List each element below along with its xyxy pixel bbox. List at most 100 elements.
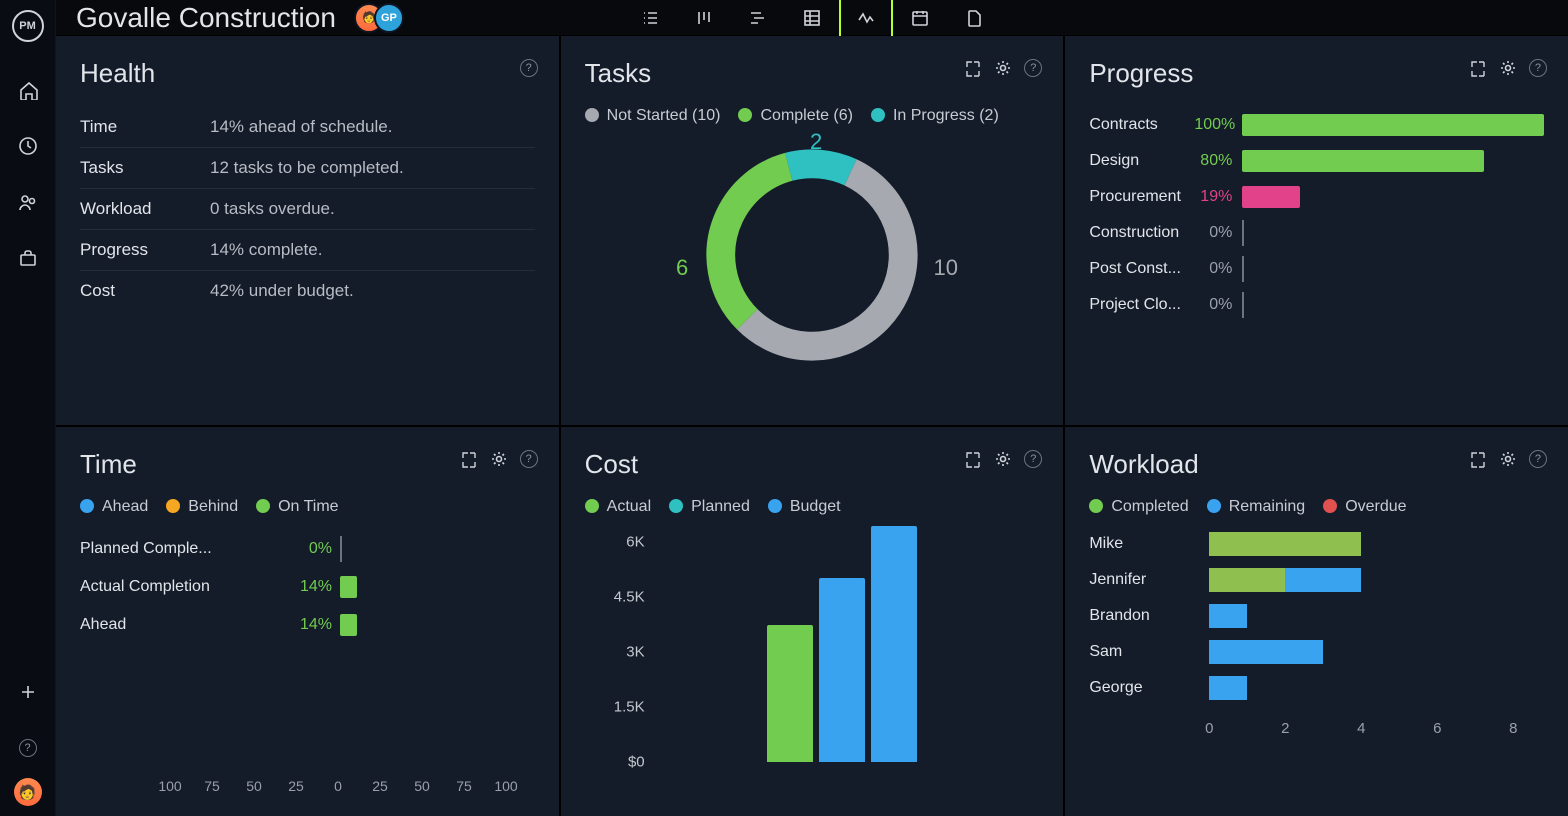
expand-icon <box>964 59 982 77</box>
expand-button[interactable] <box>963 449 983 469</box>
app-logo[interactable]: PM <box>12 10 44 42</box>
legend-item: Complete (6) <box>738 107 852 125</box>
tab-dashboard[interactable] <box>839 0 893 40</box>
settings-button[interactable] <box>489 449 509 469</box>
health-key: Cost <box>80 281 210 301</box>
member-avatar-2[interactable]: GP <box>374 3 404 33</box>
expand-icon <box>1469 59 1487 77</box>
progress-row: Procurement 19% <box>1089 179 1544 215</box>
sheet-icon <box>802 8 822 28</box>
list-icon <box>640 8 660 28</box>
axis-label: $0 <box>595 754 645 771</box>
legend-item: Planned <box>669 498 750 516</box>
gear-icon <box>1499 59 1517 77</box>
workload-name: Jennifer <box>1089 571 1209 589</box>
progress-row: Construction 0% <box>1089 215 1544 251</box>
card-time: Time ? AheadBehindOn Time Planned Comple… <box>56 427 559 816</box>
file-icon <box>964 8 984 28</box>
settings-button[interactable] <box>1498 449 1518 469</box>
home-icon <box>18 80 38 100</box>
legend-item: Remaining <box>1207 498 1305 516</box>
progress-label: Contracts <box>1089 116 1194 134</box>
legend-item: Not Started (10) <box>585 107 721 125</box>
card-help[interactable]: ? <box>519 449 539 469</box>
expand-button[interactable] <box>963 58 983 78</box>
health-key: Tasks <box>80 158 210 178</box>
health-key: Time <box>80 117 210 137</box>
card-help[interactable]: ? <box>1023 58 1043 78</box>
health-key: Workload <box>80 199 210 219</box>
tasks-donut-chart: 2 10 6 <box>692 135 932 375</box>
nav-help[interactable]: ? <box>8 728 48 768</box>
time-label: Planned Comple... <box>80 540 280 558</box>
axis-label: 0 <box>334 778 342 794</box>
workload-name: Sam <box>1089 643 1209 661</box>
axis-label: 100 <box>158 778 181 794</box>
workload-name: Brandon <box>1089 607 1209 625</box>
nav-home[interactable] <box>8 70 48 110</box>
nav-add[interactable] <box>8 672 48 712</box>
axis-label: 25 <box>372 778 388 794</box>
workload-seg <box>1209 532 1361 556</box>
card-help[interactable]: ? <box>1023 449 1043 469</box>
expand-button[interactable] <box>1468 58 1488 78</box>
axis-label: 75 <box>456 778 472 794</box>
tab-board[interactable] <box>677 0 731 40</box>
workload-row: Brandon <box>1089 598 1544 634</box>
settings-button[interactable] <box>1498 58 1518 78</box>
workload-row: Mike <box>1089 526 1544 562</box>
progress-label: Construction <box>1089 224 1194 242</box>
calendar-icon <box>910 8 930 28</box>
expand-button[interactable] <box>1468 449 1488 469</box>
expand-button[interactable] <box>459 449 479 469</box>
cost-bar-budget <box>871 526 917 762</box>
nav-people[interactable] <box>8 182 48 222</box>
help-icon: ? <box>1024 450 1042 468</box>
health-row: Progress 14% complete. <box>80 230 535 271</box>
card-health: Health ? Time 14% ahead of schedule. Tas… <box>56 36 559 425</box>
axis-label: 50 <box>246 778 262 794</box>
time-row: Actual Completion 14% <box>80 568 535 606</box>
gear-icon <box>490 450 508 468</box>
donut-label-inprogress: 2 <box>810 129 822 155</box>
card-help[interactable]: ? <box>519 58 539 78</box>
card-help[interactable]: ? <box>1528 58 1548 78</box>
cost-bar-actual <box>767 625 813 762</box>
health-value: 0 tasks overdue. <box>210 199 335 219</box>
progress-value: 0% <box>1194 224 1242 242</box>
axis-label: 3K <box>595 644 645 661</box>
user-avatar[interactable]: 🧑 <box>14 778 42 806</box>
progress-bar <box>1242 222 1544 244</box>
cost-bar-chart: 6K4.5K3K1.5K$0 <box>585 526 1040 786</box>
project-members[interactable]: 🧑 GP <box>354 3 404 33</box>
progress-bar <box>1242 258 1544 280</box>
health-value: 14% ahead of schedule. <box>210 117 392 137</box>
board-icon <box>694 8 714 28</box>
axis-label: 6K <box>595 534 645 551</box>
card-help[interactable]: ? <box>1528 449 1548 469</box>
tab-list[interactable] <box>623 0 677 40</box>
axis-label: 0 <box>1205 720 1213 737</box>
nav-portfolio[interactable] <box>8 238 48 278</box>
workload-bar <box>1209 604 1544 628</box>
health-value: 42% under budget. <box>210 281 354 301</box>
settings-button[interactable] <box>993 58 1013 78</box>
view-tabs <box>623 0 1001 40</box>
settings-button[interactable] <box>993 449 1013 469</box>
workload-name: George <box>1089 679 1209 697</box>
time-value: 14% <box>280 616 340 634</box>
workload-legend: CompletedRemainingOverdue <box>1089 498 1544 516</box>
tab-files[interactable] <box>947 0 1001 40</box>
tab-sheet[interactable] <box>785 0 839 40</box>
progress-value: 19% <box>1194 188 1242 206</box>
help-icon: ? <box>1529 450 1547 468</box>
progress-bar <box>1242 294 1544 316</box>
workload-seg <box>1285 568 1361 592</box>
health-value: 14% complete. <box>210 240 322 260</box>
legend-item: Budget <box>768 498 841 516</box>
tab-calendar[interactable] <box>893 0 947 40</box>
workload-row: George <box>1089 670 1544 706</box>
nav-recent[interactable] <box>8 126 48 166</box>
tab-gantt[interactable] <box>731 0 785 40</box>
clock-icon <box>18 136 38 156</box>
